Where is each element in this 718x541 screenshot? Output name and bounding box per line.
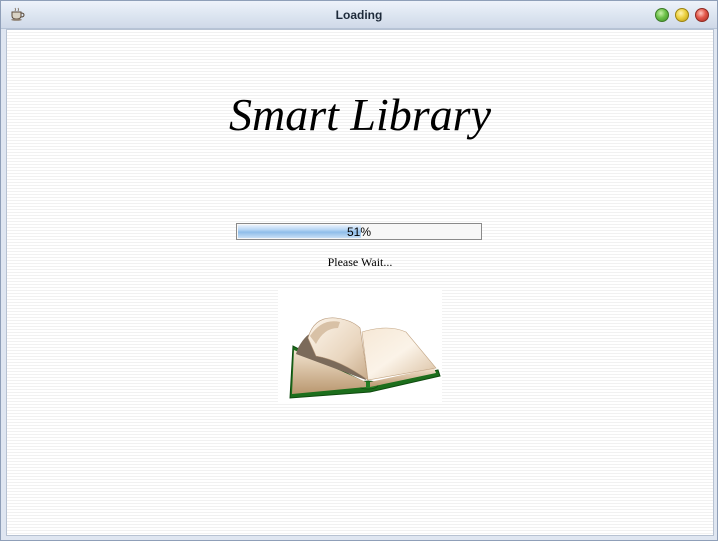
status-message: Please Wait... xyxy=(327,255,393,269)
loading-progress-bar: 51% xyxy=(236,223,482,240)
window-title: Loading xyxy=(335,8,383,22)
close-button[interactable] xyxy=(695,8,709,22)
app-title: Smart Library xyxy=(229,89,491,140)
title-bar[interactable]: Loading xyxy=(1,1,717,29)
progress-label: 51% xyxy=(346,225,372,239)
splash-panel: Smart Library 51% Please Wait... xyxy=(6,29,714,536)
maximize-button[interactable] xyxy=(655,8,669,22)
open-book-icon xyxy=(278,288,442,403)
loading-window: Loading Smart Library 51% Please Wait... xyxy=(0,0,718,541)
minimize-button[interactable] xyxy=(675,8,689,22)
